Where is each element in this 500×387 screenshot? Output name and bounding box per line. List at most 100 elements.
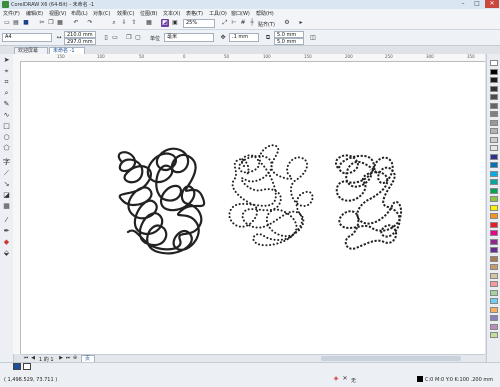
full-screen-icon[interactable]: ⤢	[221, 19, 229, 27]
close-button[interactable]: ✕	[485, 0, 499, 8]
undo-icon[interactable]: ↶	[72, 19, 80, 27]
palette-swatch[interactable]	[490, 332, 498, 338]
tab-page-1[interactable]: 页1	[81, 355, 95, 369]
minimize-button[interactable]: –	[456, 0, 470, 8]
palette-swatch[interactable]	[490, 289, 498, 296]
palette-swatch[interactable]	[490, 238, 498, 245]
search-content-icon[interactable]: ⌕	[110, 19, 118, 27]
palette-swatch[interactable]	[490, 145, 498, 151]
cut-icon[interactable]: ✂	[38, 19, 46, 27]
palette-swatch[interactable]	[490, 85, 498, 92]
corel-connect-icon[interactable]: ◩	[161, 19, 169, 27]
transparency-tool-icon[interactable]: ▦	[2, 202, 11, 211]
horizontal-scrollbar[interactable]	[321, 356, 461, 361]
add-page-icon[interactable]: ⊕	[72, 355, 78, 362]
show-rulers-icon[interactable]: ⊢	[230, 19, 238, 27]
smart-drawing-icon[interactable]: ∿	[2, 111, 11, 120]
palette-swatch[interactable]	[490, 111, 498, 117]
palette-swatch[interactable]	[490, 77, 498, 83]
tab-welcome-screen[interactable]: 欢迎屏幕	[14, 47, 48, 54]
pick-tool-icon[interactable]: ➤	[2, 56, 11, 65]
palette-swatch[interactable]	[490, 315, 498, 321]
all-pages-icon[interactable]: ❐	[125, 34, 133, 42]
save-icon[interactable]: ■	[22, 19, 30, 27]
palette-swatch[interactable]	[490, 196, 498, 202]
new-document-icon[interactable]: ▭	[3, 19, 11, 27]
last-page-icon[interactable]: ⏭	[65, 355, 71, 362]
open-folder-icon[interactable]: ▤	[12, 19, 20, 27]
palette-swatch[interactable]	[490, 213, 498, 219]
palette-swatch[interactable]	[490, 136, 498, 143]
palette-swatch[interactable]	[490, 298, 498, 304]
current-page-icon[interactable]: ▢	[134, 34, 142, 42]
eyedropper-tool-icon[interactable]: ⁄	[2, 216, 11, 225]
drawing-canvas[interactable]	[21, 62, 485, 354]
fill-tool-icon[interactable]: ◆	[2, 238, 11, 247]
snap-to-dropdown[interactable]: 贴齐(T)	[258, 21, 275, 28]
palette-swatch[interactable]	[490, 187, 498, 194]
zoom-level-field[interactable]: 25%	[183, 19, 215, 28]
menu-edit[interactable]: 编辑(E)	[26, 10, 43, 17]
menu-effects[interactable]: 效果(C)	[117, 10, 134, 17]
menu-tools[interactable]: 工具(O)	[209, 10, 227, 17]
more-icon[interactable]: ▸	[297, 19, 305, 27]
palette-swatch[interactable]	[490, 255, 498, 262]
menu-object[interactable]: 对象(C)	[93, 10, 110, 17]
units-select[interactable]: 毫米	[164, 33, 214, 42]
document-color-swatch[interactable]	[13, 363, 21, 370]
palette-swatch[interactable]	[490, 68, 498, 75]
crop-tool-icon[interactable]: ⌗	[2, 78, 11, 87]
tab-untitled-1[interactable]: 未命名 -1	[49, 47, 85, 54]
palette-swatch[interactable]	[490, 179, 498, 185]
connector-tool-icon[interactable]: ↘	[2, 180, 11, 189]
menu-text[interactable]: 文本(X)	[163, 10, 180, 17]
palette-swatch[interactable]	[490, 170, 498, 177]
palette-swatch[interactable]	[490, 281, 498, 287]
import-icon[interactable]: ⇩	[120, 19, 128, 27]
page-width-field[interactable]: 210.0 mm	[64, 31, 96, 38]
application-launcher-icon[interactable]: ▦	[145, 19, 153, 27]
palette-swatch[interactable]	[490, 60, 498, 66]
menu-bitmaps[interactable]: 位图(B)	[140, 10, 157, 17]
menu-file[interactable]: 文件(F)	[3, 10, 20, 17]
palette-swatch[interactable]	[490, 230, 498, 236]
horizontal-ruler[interactable]: 150 100 50 0 50 100 150 200 250 300 350	[13, 54, 485, 62]
drop-shadow-icon[interactable]: ◪	[2, 191, 11, 200]
nudge-distance-field[interactable]: .1 mm	[229, 33, 259, 42]
vertical-ruler[interactable]	[13, 61, 21, 354]
scribble-round-dots[interactable]	[228, 144, 314, 247]
page-size-select[interactable]: A4	[2, 33, 52, 42]
export-icon[interactable]: ⇧	[130, 19, 138, 27]
palette-swatch[interactable]	[490, 221, 498, 228]
palette-swatch[interactable]	[490, 128, 498, 134]
menu-layout[interactable]: 布局(L)	[71, 10, 88, 17]
next-page-icon[interactable]: ▶	[58, 355, 64, 362]
page-height-field[interactable]: 297.0 mm	[64, 38, 96, 45]
ellipse-tool-icon[interactable]: ○	[2, 133, 11, 142]
shape-tool-icon[interactable]: ⌖	[2, 67, 11, 76]
menu-table[interactable]: 表格(T)	[186, 10, 203, 17]
portrait-icon[interactable]: ▯	[102, 34, 110, 42]
freehand-tool-icon[interactable]: ✎	[2, 100, 11, 109]
palette-swatch[interactable]	[490, 323, 498, 330]
paste-icon[interactable]: ▦	[56, 19, 64, 27]
options-gear-icon[interactable]: ⚙	[283, 19, 291, 27]
palette-swatch[interactable]	[490, 162, 498, 168]
maximize-button[interactable]: □	[470, 0, 484, 8]
smart-fill-icon[interactable]: ⬙	[2, 249, 11, 258]
redo-icon[interactable]: ↷	[86, 19, 94, 27]
palette-swatch[interactable]	[490, 264, 498, 270]
palette-swatch[interactable]	[490, 94, 498, 100]
palette-swatch[interactable]	[490, 204, 498, 211]
menu-help[interactable]: 帮助(H)	[256, 10, 274, 17]
first-page-icon[interactable]: ⏮	[23, 355, 29, 362]
palette-swatch[interactable]	[490, 119, 498, 126]
show-guidelines-icon[interactable]: ┼	[248, 19, 256, 27]
menu-window[interactable]: 窗口(W)	[231, 10, 250, 17]
copy-icon[interactable]: ❐	[47, 19, 55, 27]
landscape-icon[interactable]: ▭	[111, 34, 119, 42]
palette-swatch[interactable]	[490, 306, 498, 313]
palette-swatch[interactable]	[490, 102, 498, 109]
scribble-square-dots[interactable]	[335, 154, 402, 250]
treat-as-filled-icon[interactable]: ◫	[309, 34, 317, 42]
